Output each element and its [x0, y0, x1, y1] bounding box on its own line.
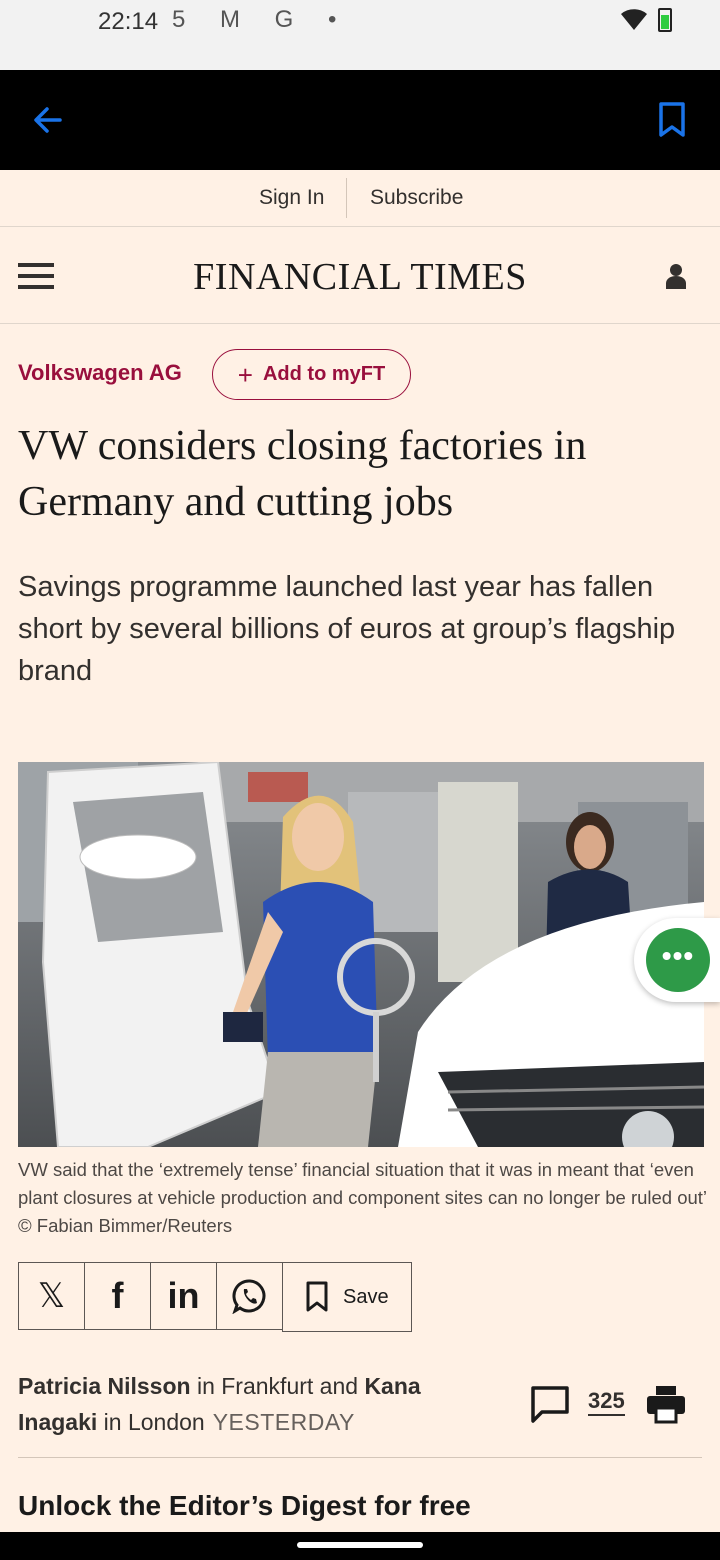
- system-icons: [620, 8, 672, 32]
- plus-icon: +: [237, 359, 253, 390]
- more-options-icon[interactable]: •••: [646, 928, 710, 992]
- comment-count[interactable]: 325: [588, 1388, 625, 1416]
- notification-icons: 5 M G •: [172, 6, 351, 33]
- article-headline: VW considers closing factories in German…: [18, 423, 587, 525]
- article-standfirst: Savings programme launched last year has…: [18, 571, 676, 687]
- app-bar: [0, 70, 720, 170]
- facebook-icon: f: [111, 1275, 124, 1316]
- bookmark-icon[interactable]: [656, 100, 688, 140]
- author-link[interactable]: Patricia Nilsson: [18, 1373, 191, 1399]
- section-divider: [18, 1457, 702, 1458]
- status-time: 22:14: [98, 8, 159, 35]
- author-location: in London: [97, 1409, 205, 1435]
- x-icon: 𝕏: [37, 1277, 66, 1315]
- account-icon[interactable]: [665, 263, 687, 289]
- add-to-myft-button[interactable]: + Add to myFT: [212, 349, 411, 400]
- factory-photo: [18, 762, 704, 1147]
- sign-in-link[interactable]: Sign In: [259, 186, 324, 210]
- save-label: Save: [343, 1285, 389, 1308]
- auth-row: Sign In Subscribe: [0, 170, 720, 227]
- share-x-button[interactable]: 𝕏: [18, 1262, 85, 1330]
- back-arrow-icon[interactable]: [28, 100, 68, 140]
- share-facebook-button[interactable]: f: [84, 1262, 151, 1330]
- whatsapp-icon: [231, 1279, 265, 1314]
- ft-logo[interactable]: FINANCIAL TIMES: [0, 255, 720, 299]
- subscribe-link[interactable]: Subscribe: [370, 186, 463, 210]
- share-whatsapp-button[interactable]: [216, 1262, 283, 1330]
- print-icon[interactable]: [646, 1384, 686, 1424]
- share-bar: 𝕏 f in Save: [18, 1262, 412, 1332]
- topic-link[interactable]: Volkswagen AG: [18, 360, 182, 386]
- hero-image[interactable]: [18, 762, 704, 1147]
- byline: Patricia Nilsson in Frankfurt and Kana I…: [18, 1368, 468, 1440]
- linkedin-icon: in: [167, 1275, 200, 1316]
- share-linkedin-button[interactable]: in: [150, 1262, 217, 1330]
- add-to-myft-label: Add to myFT: [262, 363, 386, 385]
- wifi-icon: [621, 9, 647, 30]
- digest-heading: Unlock the Editor’s Digest for free: [18, 1490, 471, 1521]
- masthead: FINANCIAL TIMES: [0, 227, 720, 324]
- bookmark-icon: [306, 1281, 328, 1312]
- battery-icon: [658, 8, 672, 32]
- home-gesture-handle[interactable]: [297, 1542, 423, 1548]
- system-navigation-bar: [0, 1532, 720, 1560]
- comments-icon[interactable]: [530, 1384, 570, 1424]
- image-caption: VW said that the ‘extremely tense’ finan…: [18, 1159, 707, 1236]
- status-bar: 22:14 5 M G •: [0, 0, 720, 70]
- floating-actions: •••: [634, 918, 720, 1002]
- save-article-button[interactable]: Save: [282, 1262, 412, 1332]
- author-location: in Frankfurt and: [190, 1373, 365, 1399]
- auth-divider: [346, 178, 347, 218]
- publish-time: YESTERDAY: [212, 1409, 355, 1435]
